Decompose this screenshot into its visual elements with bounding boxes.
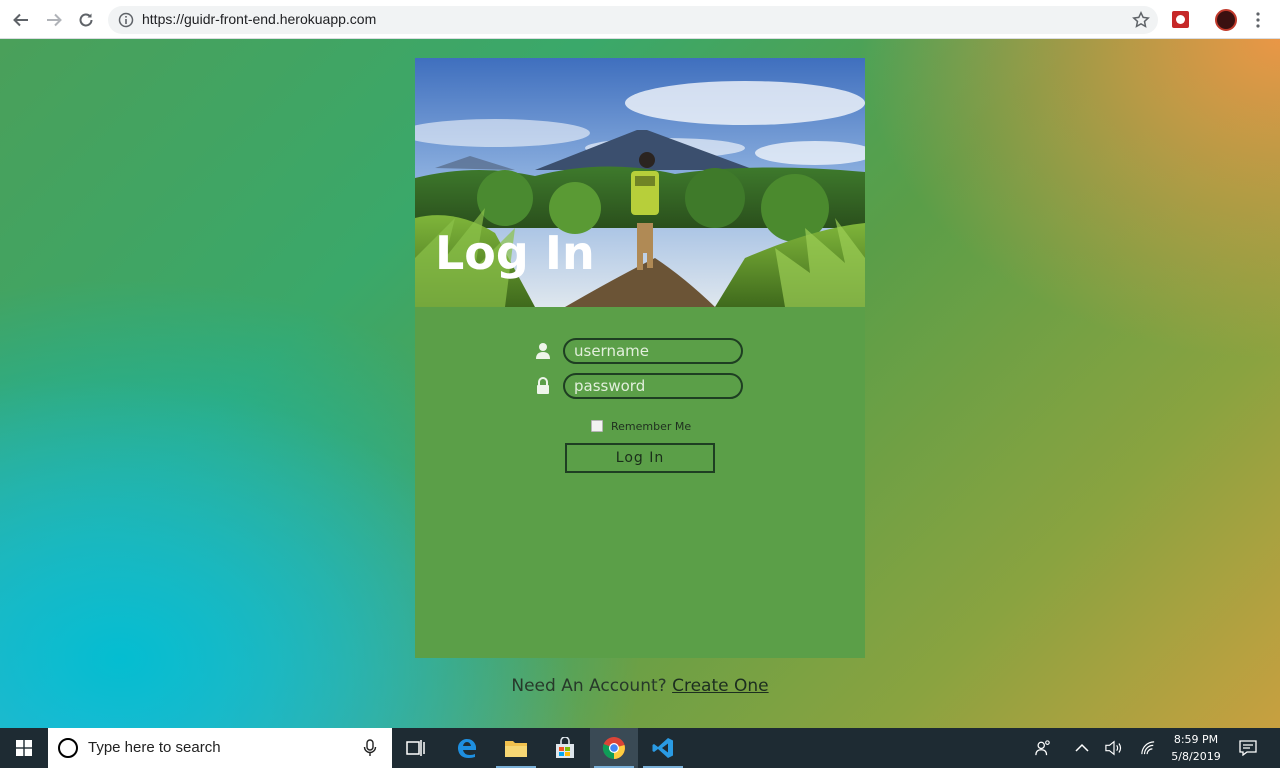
- chevron-up-icon[interactable]: [1072, 738, 1092, 758]
- wifi-icon[interactable]: [1138, 738, 1158, 758]
- taskbar: Type here to search 8:59 PM 5/8/2019: [0, 728, 1280, 768]
- password-row: [535, 373, 745, 399]
- login-card: Log In Remember Me Log In: [415, 58, 865, 658]
- taskbar-edge[interactable]: [443, 728, 491, 768]
- action-center-icon[interactable]: [1238, 738, 1258, 758]
- info-icon[interactable]: [118, 12, 134, 28]
- store-icon: [556, 737, 574, 758]
- star-icon[interactable]: [1132, 11, 1150, 29]
- edge-icon: [457, 738, 476, 758]
- taskbar-search[interactable]: Type here to search: [48, 728, 392, 768]
- login-button[interactable]: Log In: [565, 443, 715, 473]
- vscode-icon: [652, 738, 673, 758]
- people-icon[interactable]: [1033, 738, 1053, 758]
- task-view-icon: [406, 740, 425, 756]
- microphone-icon[interactable]: [363, 739, 377, 757]
- lock-icon: [537, 377, 549, 394]
- back-button[interactable]: [9, 8, 33, 32]
- start-button[interactable]: [0, 728, 48, 768]
- extension-icon[interactable]: [1172, 11, 1189, 28]
- signup-prompt: Need An Account? Create One: [0, 676, 1280, 696]
- taskbar-file-explorer[interactable]: [492, 728, 540, 768]
- taskbar-chrome[interactable]: [590, 728, 638, 768]
- username-row: [535, 338, 745, 364]
- forward-button[interactable]: [42, 8, 66, 32]
- volume-icon[interactable]: [1104, 738, 1124, 758]
- search-placeholder[interactable]: Type here to search: [88, 739, 221, 756]
- folder-icon: [505, 741, 527, 757]
- taskbar-vscode[interactable]: [639, 728, 687, 768]
- page-background: Log In Remember Me Log In Need An Accoun…: [0, 39, 1280, 728]
- arrow-right-icon: [47, 13, 62, 27]
- windows-icon: [16, 740, 32, 756]
- create-account-link[interactable]: Create One: [672, 676, 769, 696]
- remember-me: Remember Me: [591, 419, 691, 433]
- hero-image: Log In: [415, 58, 865, 307]
- address-bar[interactable]: https://guidr-front-end.herokuapp.com: [108, 6, 1158, 34]
- task-view-button[interactable]: [392, 728, 440, 768]
- user-icon: [536, 343, 550, 359]
- signup-text: Need An Account?: [511, 676, 667, 696]
- chrome-icon: [602, 737, 625, 760]
- arrow-left-icon: [13, 13, 28, 27]
- remember-me-checkbox[interactable]: [591, 420, 603, 432]
- page-title: Log In: [435, 226, 595, 280]
- password-input[interactable]: [563, 373, 743, 399]
- taskbar-store[interactable]: [541, 728, 589, 768]
- system-clock[interactable]: 8:59 PM 5/8/2019: [1166, 731, 1226, 765]
- clock-date: 5/8/2019: [1171, 750, 1221, 763]
- cortana-icon: [58, 738, 78, 758]
- browser-toolbar: https://guidr-front-end.herokuapp.com: [0, 0, 1280, 39]
- reload-icon: [79, 13, 93, 27]
- more-vert-icon[interactable]: [1250, 8, 1266, 32]
- reload-button[interactable]: [74, 8, 98, 32]
- clock-time: 8:59 PM: [1173, 733, 1219, 746]
- remember-me-label[interactable]: Remember Me: [611, 420, 691, 433]
- url-text[interactable]: https://guidr-front-end.herokuapp.com: [142, 11, 376, 27]
- profile-avatar[interactable]: [1215, 9, 1237, 31]
- username-input[interactable]: [563, 338, 743, 364]
